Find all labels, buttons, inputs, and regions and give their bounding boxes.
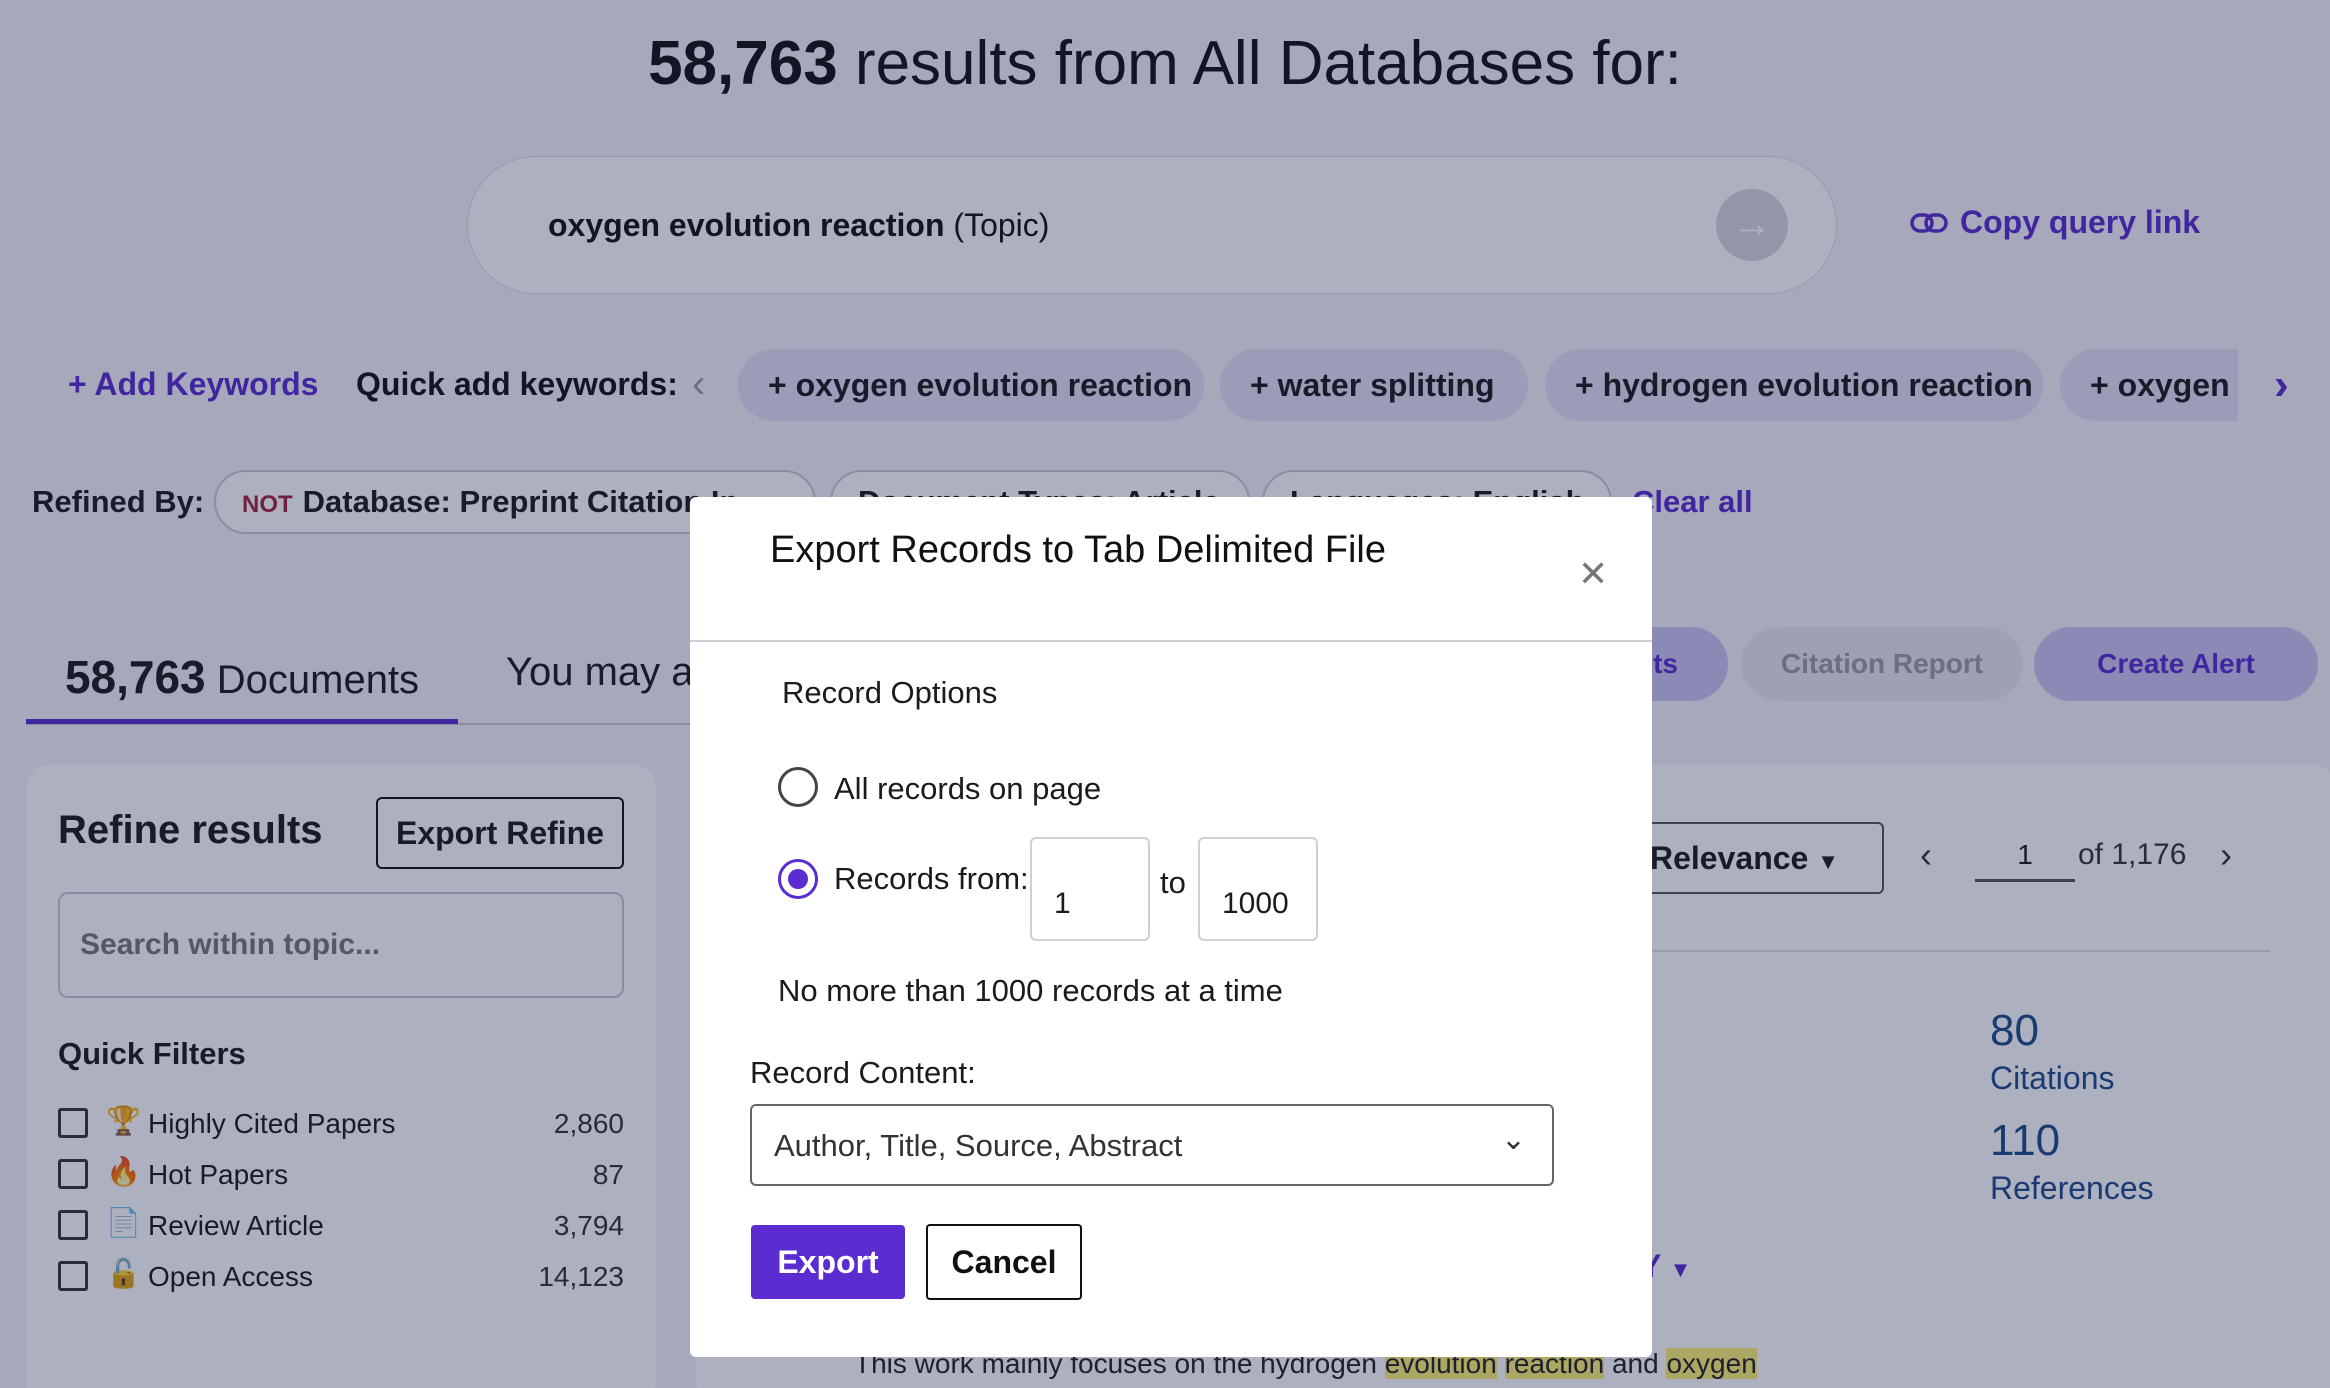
records-from-input[interactable]: 1 [1030, 837, 1150, 941]
modal-divider [690, 640, 1652, 642]
record-options-title: Record Options [782, 675, 998, 710]
records-from-radio[interactable] [778, 859, 818, 899]
cancel-button[interactable]: Cancel [926, 1224, 1082, 1300]
record-content-select[interactable]: Author, Title, Source, Abstract ⌄ [750, 1104, 1554, 1186]
record-content-value: Author, Title, Source, Abstract [774, 1128, 1183, 1163]
modal-title: Export Records to Tab Delimited File [770, 529, 1386, 571]
records-from-label[interactable]: Records from: [834, 861, 1029, 897]
close-icon[interactable]: ✕ [1578, 553, 1608, 595]
records-to-label: to [1160, 865, 1186, 900]
export-modal: Export Records to Tab Delimited File ✕ R… [690, 497, 1652, 1357]
export-button[interactable]: Export [751, 1225, 905, 1299]
record-content-label: Record Content: [750, 1055, 976, 1090]
records-limit-note: No more than 1000 records at a time [778, 973, 1283, 1008]
records-to-input[interactable]: 1000 [1198, 837, 1318, 941]
all-records-radio[interactable] [778, 767, 818, 807]
chevron-down-icon: ⌄ [1500, 1123, 1526, 1156]
all-records-label[interactable]: All records on page [834, 771, 1101, 807]
